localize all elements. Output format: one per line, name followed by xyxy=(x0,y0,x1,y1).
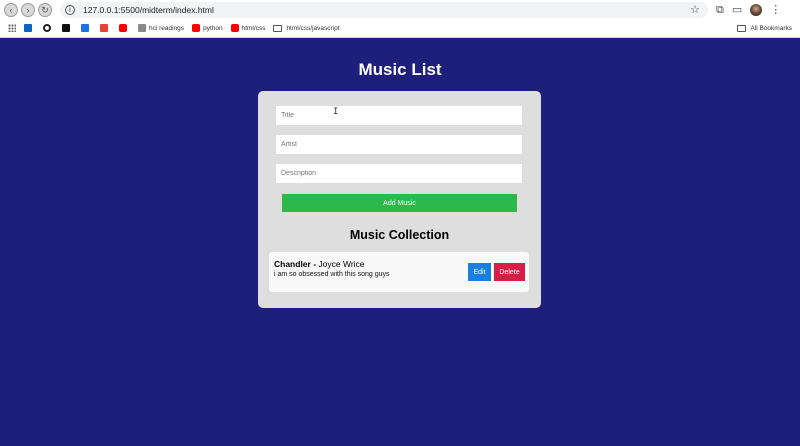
all-bookmarks[interactable]: All Bookmarks xyxy=(737,20,792,36)
description-input[interactable] xyxy=(276,164,522,183)
bookmark-python[interactable]: python xyxy=(192,24,223,32)
page-title: Music List xyxy=(358,60,442,79)
all-bookmarks-label: All Bookmarks xyxy=(750,24,792,32)
m-icon xyxy=(62,24,70,32)
profile-avatar[interactable] xyxy=(750,4,763,16)
address-url: 127.0.0.1:5500/midterm/index.html xyxy=(83,5,214,15)
bookmark-youtube[interactable] xyxy=(119,24,130,32)
ring-icon xyxy=(43,24,51,32)
collection-heading: Music Collection xyxy=(349,228,450,242)
bookmark-folder-html-css-js[interactable]: html/css/javascript xyxy=(273,24,340,32)
add-music-button[interactable]: Add Music xyxy=(282,194,517,212)
forward-button[interactable]: › xyxy=(21,3,35,17)
bookmarks-bar: hci readings python html/css html/css/ja… xyxy=(0,20,800,36)
bookmark-star-icon[interactable]: ☆ xyxy=(690,3,700,16)
apps-grid-icon[interactable] xyxy=(8,24,16,32)
bookmark-outlook[interactable] xyxy=(81,24,92,32)
browser-toolbar: ‹ › ↻ i 127.0.0.1:5500/midterm/index.htm… xyxy=(0,0,800,20)
bookmark-linkedin[interactable] xyxy=(24,24,35,32)
address-bar[interactable]: i 127.0.0.1:5500/midterm/index.html ☆ xyxy=(60,2,708,18)
text-cursor-icon: I xyxy=(333,107,339,117)
folder-icon xyxy=(273,24,283,32)
music-description: i am so obsessed with this song guys xyxy=(274,271,390,278)
folder-icon xyxy=(737,24,747,32)
bookmark-gmail[interactable] xyxy=(100,24,111,32)
bookmark-label: python xyxy=(203,24,223,32)
bookmark-html-css[interactable]: html/css xyxy=(230,24,266,32)
bookmark-label: html/css/javascript xyxy=(286,24,340,32)
youtube-icon xyxy=(119,24,127,32)
artist-name: Joyce Wrice xyxy=(318,259,365,269)
split-view-icon[interactable]: ▭ xyxy=(732,4,742,16)
artist-input[interactable] xyxy=(276,135,522,154)
youtube-icon xyxy=(192,24,201,32)
youtube-icon xyxy=(230,24,239,32)
linkedin-icon xyxy=(24,24,32,32)
edit-button[interactable]: Edit xyxy=(468,263,491,281)
bookmark-ring[interactable] xyxy=(43,24,54,32)
song-title: Chandler xyxy=(274,259,311,269)
browser-chrome: ‹ › ↻ i 127.0.0.1:5500/midterm/index.htm… xyxy=(0,0,800,38)
extensions-icon[interactable]: ⧉ xyxy=(716,4,724,16)
link-icon xyxy=(138,24,146,32)
bookmark-hci-readings[interactable]: hci readings xyxy=(138,24,184,32)
title-input[interactable] xyxy=(276,106,522,125)
music-item-header: Chandler - Joyce Wrice xyxy=(274,259,365,269)
gmail-icon xyxy=(100,24,108,32)
menu-icon[interactable]: ⋮ xyxy=(770,4,781,16)
music-form-card: Add Music Music Collection Chandler - Jo… xyxy=(258,91,541,308)
reload-button[interactable]: ↻ xyxy=(38,3,52,17)
bookmark-label: html/css xyxy=(241,24,266,32)
site-info-icon[interactable]: i xyxy=(65,5,75,15)
bookmark-label: hci readings xyxy=(149,24,185,32)
delete-button[interactable]: Delete xyxy=(494,263,525,281)
music-item: Chandler - Joyce Wrice i am so obsessed … xyxy=(269,252,529,292)
bookmark-m[interactable] xyxy=(62,24,73,32)
back-button[interactable]: ‹ xyxy=(4,3,18,17)
toolbar-icons: ⧉ ▭ ⋮ xyxy=(716,2,781,18)
outlook-icon xyxy=(81,24,89,32)
chrome-divider xyxy=(0,37,800,38)
